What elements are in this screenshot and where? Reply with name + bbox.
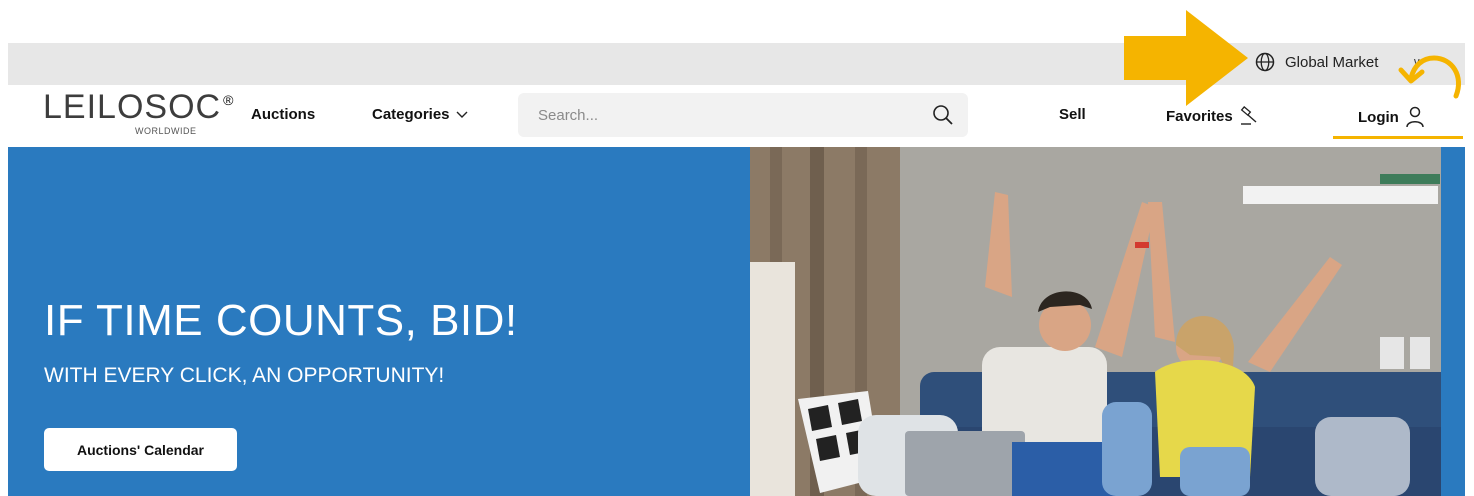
logo-subtitle: WORLDWIDE xyxy=(135,126,197,136)
auctions-calendar-button[interactable]: Auctions' Calendar xyxy=(44,428,237,471)
search-icon[interactable] xyxy=(932,104,954,126)
hero-image xyxy=(750,147,1465,496)
hero-photo-illustration xyxy=(750,147,1465,496)
undo-annotation-icon xyxy=(1398,55,1461,99)
logo-registered-mark: ® xyxy=(223,92,234,108)
nav-sell[interactable]: Sell xyxy=(1059,106,1086,123)
nav-login[interactable]: Login xyxy=(1358,106,1425,128)
chevron-down-icon xyxy=(456,111,468,118)
login-highlight-underline xyxy=(1333,136,1463,139)
hero-right-strip xyxy=(1441,147,1465,496)
nav-categories-label: Categories xyxy=(372,106,450,123)
nav-sell-label: Sell xyxy=(1059,106,1086,123)
hero-subtitle: WITH EVERY CLICK, AN OPPORTUNITY! xyxy=(44,364,445,387)
nav-favorites[interactable]: Favorites xyxy=(1166,106,1261,126)
user-icon xyxy=(1406,106,1424,128)
hero-title: IF TIME COUNTS, BID! xyxy=(44,296,518,345)
search-bar xyxy=(518,93,968,137)
market-label: Global Market xyxy=(1285,53,1379,71)
nav-auctions-label: Auctions xyxy=(251,106,316,123)
nav-favorites-label: Favorites xyxy=(1166,107,1233,125)
site-logo[interactable]: LEILOSOC ® WORLDWIDE xyxy=(43,90,233,146)
globe-icon xyxy=(1255,52,1275,72)
gavel-icon xyxy=(1240,106,1257,125)
search-input[interactable] xyxy=(536,105,932,125)
nav-login-label: Login xyxy=(1358,108,1399,126)
market-selector[interactable]: Global Market ∨ xyxy=(1255,49,1421,75)
logo-text: LEILOSOC xyxy=(43,88,222,126)
nav-categories[interactable]: Categories xyxy=(372,106,468,123)
arrow-annotation-icon xyxy=(1124,10,1248,106)
nav-auctions[interactable]: Auctions xyxy=(251,106,315,123)
